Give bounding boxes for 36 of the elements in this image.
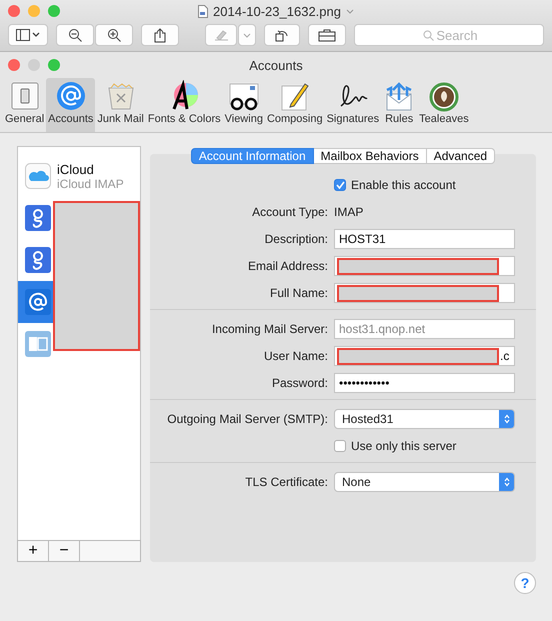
window-title: Accounts (249, 58, 303, 72)
input-field[interactable]: HOST31 (334, 229, 515, 249)
preferences-tab[interactable]: Tealeaves (417, 78, 471, 132)
input-field[interactable]: .c (334, 346, 515, 366)
help-button[interactable]: ? (514, 572, 536, 594)
account-item[interactable]: iCloud iCloud IMAP (18, 155, 140, 197)
field-label: User Name: (264, 349, 328, 363)
account-type-value: IMAP (334, 205, 364, 219)
input-field[interactable]: •••••••••••• (334, 373, 515, 393)
field-label: Email Address: (248, 259, 328, 273)
preferences-tab[interactable]: Junk Mail (95, 78, 146, 132)
preferences-tab[interactable]: Signatures (324, 78, 382, 132)
popup-menu[interactable]: None (334, 472, 515, 492)
field-label: Incoming Mail Server: (212, 322, 328, 336)
field-label: Description: (264, 232, 328, 246)
preferences-tab[interactable]: Fonts & Colors (146, 78, 223, 132)
search-field[interactable]: Search (354, 24, 544, 46)
field-label: TLS Certificate: (245, 475, 328, 489)
segment-tab[interactable]: Mailbox Behaviors (314, 148, 427, 164)
field-label: Outgoing Mail Server (SMTP): (167, 412, 328, 426)
popup-menu[interactable]: Hosted31 (334, 409, 515, 429)
segment-tab[interactable]: Advanced (426, 148, 496, 164)
field-label: Password: (272, 376, 328, 390)
preferences-tab[interactable]: Accounts (46, 78, 96, 132)
account-type: iCloud IMAP (57, 176, 124, 190)
checkbox-label: Enable this account (351, 178, 456, 192)
window-title: 2014-10-23_1632.png (213, 4, 341, 18)
account-name: iCloud (57, 162, 95, 176)
preferences-tab[interactable]: Viewing (222, 78, 265, 132)
preferences-tab[interactable]: Rules (381, 78, 418, 132)
preferences-tab[interactable]: General (3, 78, 46, 132)
input-field[interactable]: host31.qnop.net (334, 319, 515, 339)
checkbox-label: Use only this server (351, 439, 456, 453)
preferences-tab[interactable]: Composing (264, 78, 325, 132)
field-label: Account Type: (252, 205, 328, 219)
field-label: Full Name: (270, 286, 328, 300)
